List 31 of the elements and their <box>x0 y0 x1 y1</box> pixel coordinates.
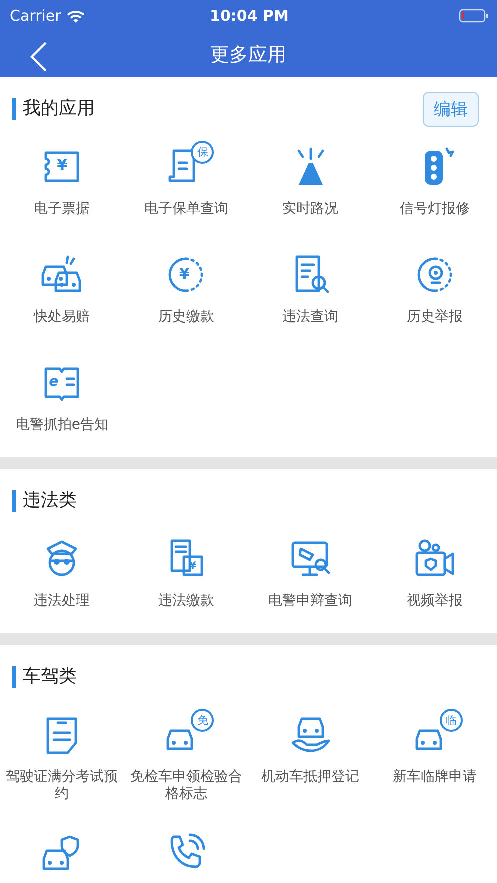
app-label[interactable]: 机动车抵押登记 <box>258 769 364 786</box>
app-label[interactable]: 违法处理 <box>30 593 94 610</box>
app-label[interactable]: 历史举报 <box>402 309 467 326</box>
section-title: 我的应用 <box>12 98 95 120</box>
icon-glyph: ¥ <box>179 267 190 282</box>
icon-glyph: e <box>49 375 59 389</box>
app-label[interactable]: 电警申辩查询 <box>264 593 357 610</box>
app-label[interactable]: 电子保单查询 <box>140 201 232 218</box>
page-title: 更多应用 <box>210 42 286 68</box>
app-label[interactable]: 实时路况 <box>278 201 343 218</box>
app-label[interactable]: 电子票据 <box>30 201 94 218</box>
app-label[interactable]: 视频举报 <box>402 593 467 610</box>
battery-icon <box>458 9 489 23</box>
icon-badge: 临 <box>440 709 463 732</box>
app-label[interactable]: 驾驶证满分考试预约 <box>0 769 124 803</box>
carrier-label: Carrier <box>10 7 62 25</box>
app-label[interactable]: 新车临牌申请 <box>388 769 481 786</box>
section-title: 违法类 <box>12 490 77 512</box>
app-label[interactable]: 违法查询 <box>278 309 343 326</box>
icon-badge: 免 <box>191 709 214 732</box>
section-title: 车驾类 <box>12 666 77 688</box>
app-label[interactable]: 违法缴款 <box>154 593 218 610</box>
icon-glyph: ¥ <box>57 158 68 173</box>
app-label[interactable]: 快处易赔 <box>30 309 94 326</box>
app-label[interactable]: 信号灯报修 <box>396 201 474 218</box>
app-label[interactable]: 电警抓拍e告知 <box>12 417 112 434</box>
app-label[interactable]: 历史缴款 <box>154 309 218 326</box>
clock: 10:04 PM <box>210 7 289 25</box>
icon-badge: 保 <box>191 141 214 164</box>
wifi-icon <box>67 10 86 22</box>
app-label[interactable]: 免检车申领检验合格标志 <box>124 769 248 803</box>
